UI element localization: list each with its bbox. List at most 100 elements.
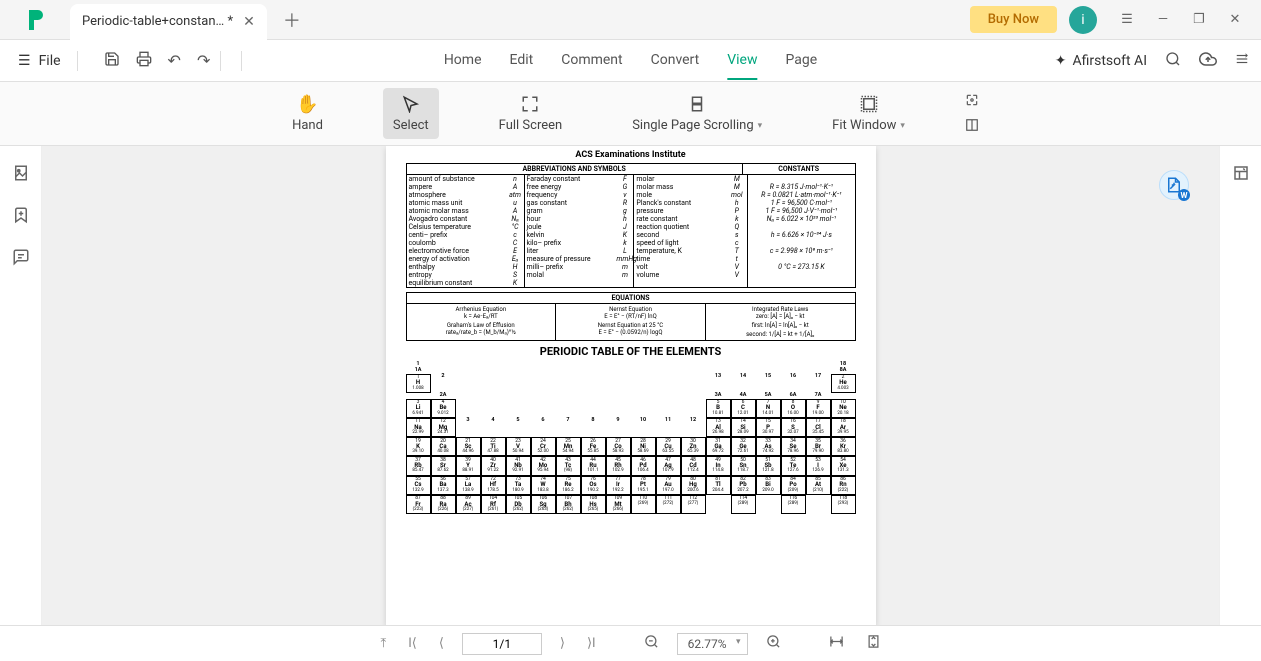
- element-cell: 8O16.00: [781, 399, 806, 418]
- fit-width-icon[interactable]: [825, 634, 848, 653]
- next-page-icon[interactable]: ⟩: [556, 636, 569, 651]
- abbrev-row: coulombCkilo– prefixkspeed of lightc: [407, 239, 855, 247]
- menu-icon[interactable]: ☰: [1109, 0, 1145, 40]
- element-cell: 107Bh(262): [556, 495, 581, 514]
- element-cell: 56Ba137.3: [431, 476, 456, 495]
- element-cell: 55Cs132.9: [406, 476, 431, 495]
- element-cell: 105Db(262): [506, 495, 531, 514]
- element-cell: 32Ge72.61: [731, 437, 756, 456]
- save-icon[interactable]: [104, 51, 120, 71]
- abbreviations-box: ABBREVIATIONS AND SYMBOLS CONSTANTS amou…: [406, 163, 856, 288]
- element-cell: 77Ir192.2: [606, 476, 631, 495]
- zoom-display[interactable]: 62.77%: [677, 633, 748, 655]
- element-cell: 35Br79.90: [806, 437, 831, 456]
- element-cell: 109Mt(266): [606, 495, 631, 514]
- abbrev-row: atomic mass unitugas constantRPlanck's c…: [407, 199, 855, 207]
- first-page-icon[interactable]: I⟨: [404, 636, 421, 651]
- cursor-icon: [402, 94, 420, 114]
- element-cell: 106Sg(263): [531, 495, 556, 514]
- element-cell: 108Hs(265): [581, 495, 606, 514]
- properties-icon[interactable]: [1232, 164, 1250, 186]
- element-cell: 18Ar39.95: [831, 418, 856, 437]
- buy-now-button[interactable]: Buy Now: [970, 6, 1057, 33]
- element-cell: 28Ni58.69: [631, 437, 656, 456]
- minimize-icon[interactable]: ―: [1145, 0, 1181, 40]
- element-cell: 50Sn118.7: [731, 456, 756, 475]
- scrolling-icon: [688, 94, 706, 114]
- close-window-icon[interactable]: ✕: [1217, 0, 1253, 40]
- equations-header: EQUATIONS: [407, 293, 855, 304]
- element-cell: 29Cu63.55: [656, 437, 681, 456]
- constants-header: CONSTANTS: [743, 164, 855, 175]
- tab-page[interactable]: Page: [786, 42, 818, 80]
- element-cell: 79Au197.0: [656, 476, 681, 495]
- single-page-scrolling-tool[interactable]: Single Page Scrolling▾: [622, 88, 772, 139]
- abbrev-row: equilibrium constantK: [407, 279, 855, 287]
- element-cell: 80Hg200.6: [681, 476, 706, 495]
- element-cell: 25Mn54.94: [556, 437, 581, 456]
- zoom-out-icon[interactable]: [640, 634, 663, 653]
- element-cell: 39Y88.91: [456, 456, 481, 475]
- element-cell: 1H1.008: [406, 374, 431, 393]
- restore-icon[interactable]: ❐: [1181, 0, 1217, 40]
- accessibility-icon-1[interactable]: [965, 92, 979, 111]
- ai-tool-button[interactable]: ✦ Afirstsoft AI: [1055, 53, 1147, 69]
- fit-window-tool[interactable]: Fit Window▾: [822, 88, 915, 139]
- element-cell: 11Na22.99: [406, 418, 431, 437]
- undo-icon[interactable]: ↶: [168, 51, 181, 71]
- scroll-top-icon[interactable]: ⤒: [376, 636, 390, 651]
- accessibility-icon-2[interactable]: [965, 117, 979, 136]
- eq-rate-title: Integrated Rate Laws: [710, 306, 851, 313]
- tab-convert[interactable]: Convert: [651, 42, 700, 80]
- page-number-input[interactable]: [462, 633, 542, 655]
- last-page-icon[interactable]: ⟩I: [583, 636, 600, 651]
- element-cell: 4Be9.012: [431, 399, 456, 418]
- tab-home[interactable]: Home: [444, 42, 482, 80]
- user-avatar[interactable]: i: [1069, 6, 1097, 34]
- workspace: ACS Examinations Institute ABBREVIATIONS…: [0, 146, 1261, 625]
- fullscreen-tool[interactable]: Full Screen: [489, 88, 573, 139]
- select-tool[interactable]: Select: [383, 88, 439, 139]
- element-cell: 42Mo95.94: [531, 456, 556, 475]
- fit-page-icon[interactable]: [862, 634, 885, 653]
- search-icon[interactable]: [1165, 51, 1181, 71]
- element-cell: 76Os190.2: [581, 476, 606, 495]
- add-tab-icon[interactable]: ＋: [283, 7, 301, 33]
- element-cell: 3Li6.941: [406, 399, 431, 418]
- document-tab[interactable]: Periodic-table+constan… * ✕: [70, 4, 267, 40]
- zoom-in-icon[interactable]: [762, 634, 785, 653]
- element-cell: 47Ag107.9: [656, 456, 681, 475]
- collapse-ribbon-icon[interactable]: [1235, 51, 1249, 70]
- element-cell: 114(289): [731, 495, 756, 514]
- bookmark-icon[interactable]: [12, 206, 30, 228]
- tab-comment[interactable]: Comment: [561, 42, 622, 80]
- thumbnails-icon[interactable]: [12, 164, 30, 186]
- word-export-badge[interactable]: [1159, 170, 1189, 200]
- element-cell: 112(277): [681, 495, 706, 514]
- equations-box: EQUATIONS Arrhenius Equation k = Ae⁻Eₐ/R…: [406, 292, 856, 341]
- abbrev-row: centi– prefixckelvinKsecondsh = 6.626 × …: [407, 231, 855, 239]
- prev-page-icon[interactable]: ⟨: [435, 636, 448, 651]
- eq-graham-title: Graham's Law of Effusion: [411, 322, 552, 329]
- hand-icon: ✋: [296, 94, 318, 114]
- comments-icon[interactable]: [12, 248, 30, 270]
- tab-edit[interactable]: Edit: [510, 42, 534, 80]
- hamburger-icon: ☰: [18, 53, 31, 69]
- print-icon[interactable]: [136, 51, 152, 71]
- file-menu[interactable]: ☰ File: [12, 53, 67, 69]
- element-cell: 38Sr87.62: [431, 456, 456, 475]
- menu-tabs: Home Edit Comment Convert View Page: [444, 42, 817, 80]
- redo-icon[interactable]: ↷: [197, 51, 210, 71]
- element-cell: 54Xe131.3: [831, 456, 856, 475]
- element-cell: 24Cr52.00: [531, 437, 556, 456]
- element-cell: 81Tl204.4: [706, 476, 731, 495]
- hand-tool[interactable]: ✋ Hand: [282, 88, 333, 139]
- document-area[interactable]: ACS Examinations Institute ABBREVIATIONS…: [42, 146, 1219, 625]
- ai-label: Afirstsoft AI: [1072, 53, 1147, 69]
- abbrev-row: ampereAfree energyGmolar massMR = 8.315 …: [407, 183, 855, 191]
- close-tab-icon[interactable]: ✕: [243, 14, 255, 30]
- element-cell: 116(289): [781, 495, 806, 514]
- cloud-icon[interactable]: [1199, 50, 1217, 72]
- tab-view[interactable]: View: [727, 42, 757, 80]
- fit-window-label: Fit Window: [832, 118, 896, 133]
